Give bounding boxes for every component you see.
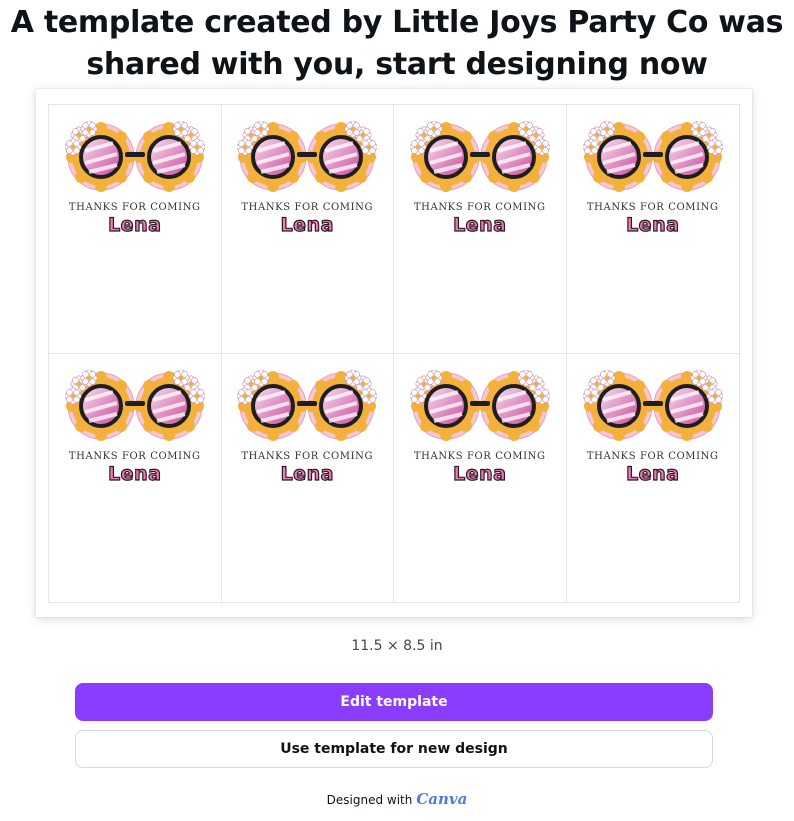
template-size-label: 11.5 × 8.5 in <box>351 638 443 654</box>
footer: Designed with Canva <box>0 790 794 808</box>
thanks-text: THANKS FOR COMING <box>241 450 374 462</box>
guest-name: Lena <box>280 462 334 485</box>
party-tag: THANKS FOR COMING Lena <box>567 354 740 603</box>
party-tag: THANKS FOR COMING Lena <box>394 105 567 354</box>
flower-sunglasses-icon <box>237 121 377 193</box>
guest-name: Lena <box>107 462 162 485</box>
flower-sunglasses-icon <box>237 370 377 442</box>
party-tag: THANKS FOR COMING Lena <box>221 105 394 354</box>
thanks-text: THANKS FOR COMING <box>586 450 719 462</box>
flower-sunglasses-icon <box>583 370 723 442</box>
thanks-text: THANKS FOR COMING <box>68 202 201 213</box>
party-tag: THANKS FOR COMING Lena <box>222 353 394 602</box>
flower-sunglasses-icon <box>410 121 550 193</box>
thanks-text: THANKS FOR COMING <box>413 202 546 213</box>
party-tag: THANKS FOR COMING Lena <box>394 353 567 602</box>
party-tag: THANKS FOR COMING Lena <box>566 105 739 354</box>
designed-with-text: Designed with <box>326 793 413 807</box>
guest-name: Lena <box>452 213 507 236</box>
flower-sunglasses-icon <box>65 121 205 193</box>
party-tag: THANKS FOR COMING Lena <box>49 105 222 354</box>
party-tag: THANKS FOR COMING Lena <box>49 353 222 602</box>
use-template-button[interactable]: Use template for new design <box>75 730 713 768</box>
guest-name: Lena <box>452 462 507 485</box>
tag-grid: THANKS FOR COMING Lena THANKS FOR COMING… <box>48 104 740 603</box>
thanks-text: THANKS FOR COMING <box>241 202 374 213</box>
guest-name: Lena <box>625 213 680 236</box>
guest-name: Lena <box>280 213 334 236</box>
edit-template-button[interactable]: Edit template <box>75 683 713 721</box>
template-preview[interactable]: THANKS FOR COMING Lena THANKS FOR COMING… <box>36 89 752 617</box>
guest-name: Lena <box>107 213 162 236</box>
flower-sunglasses-icon <box>65 370 205 442</box>
guest-name: Lena <box>625 462 680 485</box>
title-line-1: A template created by Little Joys Party … <box>10 5 784 40</box>
thanks-text: THANKS FOR COMING <box>413 450 546 462</box>
canva-logo[interactable]: Canva <box>416 790 467 808</box>
flower-sunglasses-icon <box>410 370 550 442</box>
thanks-text: THANKS FOR COMING <box>68 450 201 462</box>
flower-sunglasses-icon <box>583 121 723 193</box>
page-title: A template created by Little Joys Party … <box>0 2 794 86</box>
title-line-2: shared with you, start designing now <box>86 47 708 82</box>
thanks-text: THANKS FOR COMING <box>586 202 719 213</box>
